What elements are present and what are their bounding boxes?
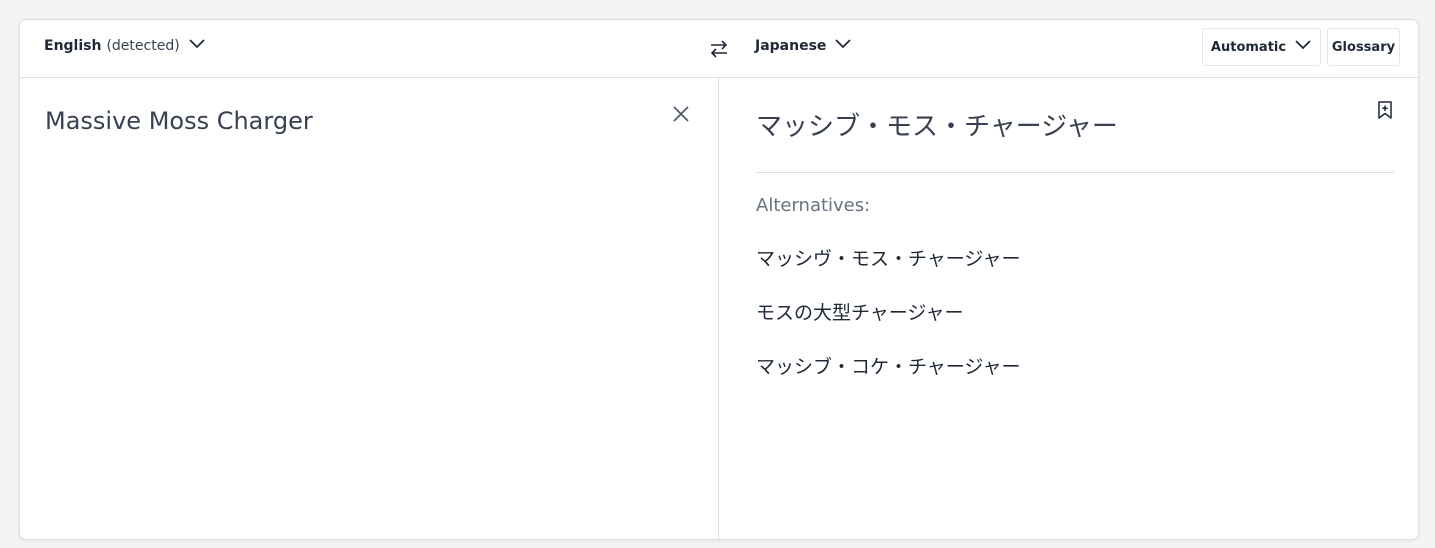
- detected-label: (detected): [106, 38, 180, 54]
- target-language-label: Japanese: [755, 38, 827, 54]
- close-icon[interactable]: [671, 104, 691, 124]
- swap-arrows-icon[interactable]: [708, 38, 730, 60]
- alternatives-list: マッシヴ・モス・チャージャー モスの大型チャージャー マッシブ・コケ・チャージャ…: [756, 245, 1020, 407]
- chevron-down-icon: [188, 38, 206, 54]
- translation-output: マッシブ・モス・チャージャー: [756, 112, 1118, 142]
- target-language-select[interactable]: Japanese: [755, 38, 852, 54]
- chevron-down-icon: [1294, 39, 1312, 55]
- bookmark-add-icon[interactable]: [1376, 100, 1394, 120]
- formality-dropdown[interactable]: Automatic: [1202, 28, 1321, 66]
- language-bar: English (detected) Japanese Automatic Gl…: [20, 20, 1418, 78]
- glossary-label: Glossary: [1331, 39, 1396, 55]
- translator-card: English (detected) Japanese Automatic Gl…: [19, 19, 1419, 540]
- alternatives-heading: Alternatives:: [756, 195, 871, 216]
- alternative-item[interactable]: マッシブ・コケ・チャージャー: [756, 353, 1020, 407]
- panel-divider: [718, 77, 719, 539]
- source-language-select[interactable]: English (detected): [44, 38, 206, 54]
- alternative-item[interactable]: マッシヴ・モス・チャージャー: [756, 245, 1020, 299]
- source-language-label: English: [44, 38, 102, 54]
- formality-label: Automatic: [1210, 39, 1287, 55]
- alternative-item[interactable]: モスの大型チャージャー: [756, 299, 1020, 353]
- chevron-down-icon: [834, 38, 852, 54]
- source-text-input[interactable]: Massive Moss Charger: [45, 107, 313, 135]
- alternatives-divider: [756, 172, 1394, 173]
- glossary-button[interactable]: Glossary: [1327, 28, 1400, 66]
